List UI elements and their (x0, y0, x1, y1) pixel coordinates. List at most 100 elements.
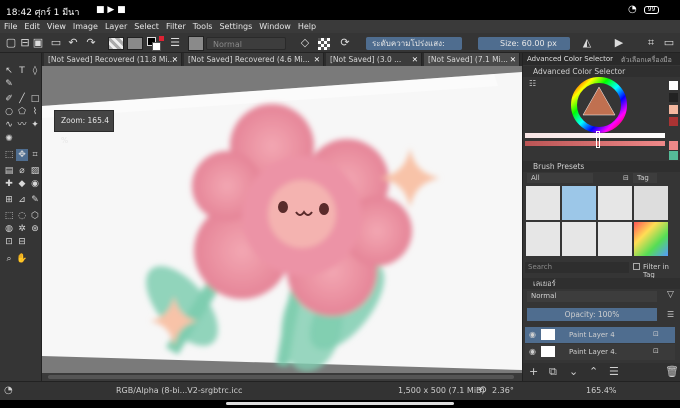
freehand-path-icon[interactable]: 〰 (16, 119, 28, 131)
rotate-icon[interactable]: ⟲ (478, 385, 486, 396)
brush-preset-thumb[interactable] (562, 186, 596, 220)
tab-document-4[interactable]: [Not Saved] (7.1 Mi... ✕ (424, 53, 520, 66)
contiguous-select-icon[interactable]: ✲ (16, 223, 28, 235)
lock-icon[interactable]: ⊡ (653, 347, 659, 355)
layer-blend-select[interactable]: Normal (527, 291, 657, 302)
brush-preset-thumb[interactable] (598, 222, 632, 256)
zoom-tool-icon[interactable]: ⌕ (3, 253, 15, 265)
background-color-swatch[interactable] (152, 42, 161, 51)
brush-preset-preview[interactable] (188, 36, 204, 51)
eye-icon[interactable]: ◉ (529, 330, 536, 339)
zoom-label[interactable]: 165.4% (586, 386, 617, 395)
menu-window[interactable]: Window (259, 22, 291, 31)
menu-layer[interactable]: Layer (105, 22, 127, 31)
measure-tool-icon[interactable]: ⊿ (16, 194, 28, 206)
add-layer-icon[interactable]: + (529, 365, 538, 378)
blend-mode-select[interactable]: Normal (206, 37, 286, 50)
rect-select-icon[interactable]: ⬚ (3, 210, 15, 222)
select-shapes-icon[interactable]: ↖ (3, 65, 15, 77)
save-icon[interactable]: ▣ (31, 36, 45, 50)
ellipse-tool-icon[interactable]: ○ (3, 106, 15, 118)
brush-preset-thumb[interactable] (526, 186, 560, 220)
recent-color-swatch[interactable] (669, 151, 678, 160)
transform-tool-icon[interactable]: ⬚ (3, 149, 15, 161)
freehand-select-icon[interactable]: ◍ (3, 223, 15, 235)
similar-select-icon[interactable]: ⊛ (29, 223, 41, 235)
layer-opacity-slider[interactable]: Opacity: 100% (527, 308, 657, 321)
menu-image[interactable]: Image (73, 22, 98, 31)
redo-icon[interactable]: ↷ (84, 36, 98, 50)
pattern-swatch[interactable] (127, 37, 143, 50)
filter-in-tag-checkbox[interactable] (633, 263, 640, 270)
delete-layer-icon[interactable]: 🗑 (665, 365, 679, 378)
menu-edit[interactable]: Edit (24, 22, 40, 31)
brush-preset-thumb[interactable] (526, 222, 560, 256)
fill-tool-icon[interactable]: ◆ (16, 178, 28, 190)
alpha-lock-icon[interactable] (318, 38, 330, 50)
text-tool-icon[interactable]: T (16, 65, 28, 77)
brush-tool-icon[interactable]: ✐ (3, 93, 15, 105)
rectangle-tool-icon[interactable]: □ (29, 93, 41, 105)
crop-tool-icon[interactable]: ⌗ (29, 149, 41, 161)
horizontal-scrollbar[interactable] (42, 373, 522, 381)
tab-advanced-color[interactable]: Advanced Color Selector (527, 55, 613, 63)
brush-preset-thumb[interactable] (634, 222, 668, 256)
color-wheel[interactable] (571, 77, 627, 133)
polyline-tool-icon[interactable]: ⌇ (29, 106, 41, 118)
menu-file[interactable]: File (4, 22, 17, 31)
size-slider[interactable]: Size: 60.00 px (478, 37, 570, 50)
tab-tool-options[interactable]: ตัวเลือกเครื่องมือ (621, 55, 672, 66)
close-icon[interactable]: ✕ (412, 53, 418, 66)
bezier-tool-icon[interactable]: ∿ (3, 119, 15, 131)
lock-icon[interactable]: ⊡ (653, 330, 659, 338)
duplicate-layer-icon[interactable]: ⧉ (549, 365, 557, 379)
brush-preset-thumb[interactable] (634, 186, 668, 220)
polygon-select-icon[interactable]: ⬡ (29, 210, 41, 222)
move-down-icon[interactable]: ⌄ (569, 365, 578, 378)
tab-document-3[interactable]: [Not Saved] (3.0 ... ✕ (326, 53, 422, 66)
polygon-tool-icon[interactable]: ⬠ (16, 106, 28, 118)
tag-button[interactable]: Tag (633, 173, 657, 183)
reference-tool-icon[interactable]: ✎ (29, 194, 41, 206)
close-icon[interactable]: ✕ (314, 53, 320, 66)
close-icon[interactable]: ✕ (172, 53, 178, 66)
undo-icon[interactable]: ↶ (66, 36, 80, 50)
color-slider[interactable] (525, 133, 665, 138)
new-document-icon[interactable]: ▢ (4, 36, 18, 50)
brush-filter-select[interactable]: All (527, 173, 593, 183)
slider-handle[interactable] (596, 131, 600, 148)
tab-document-2[interactable]: [Not Saved] Recovered (4.6 Mi... ✕ (184, 53, 324, 66)
workspace-icon[interactable]: ▭ (662, 36, 676, 50)
calligraphy-icon[interactable]: ✎ (3, 78, 15, 90)
recent-color-swatch[interactable] (669, 93, 678, 102)
color-slider[interactable] (525, 141, 665, 146)
menu-select[interactable]: Select (134, 22, 159, 31)
move-up-icon[interactable]: ⌃ (589, 365, 598, 378)
recent-color-swatch[interactable] (669, 81, 678, 90)
line-tool-icon[interactable]: ╱ (16, 93, 28, 105)
menu-tools[interactable]: Tools (193, 22, 213, 31)
layer-row[interactable]: ◉ Paint Layer 4 ⊡ (525, 327, 675, 343)
smart-patch-icon[interactable]: ✚ (3, 178, 15, 190)
move-tool-icon[interactable]: ✥ (16, 149, 28, 161)
dynamic-brush-icon[interactable]: ✦ (29, 119, 41, 131)
brush-preset-thumb[interactable] (562, 222, 596, 256)
gradient-swatch[interactable] (108, 37, 124, 50)
colorize-mask-icon[interactable]: ▨ (29, 165, 41, 177)
menu-settings[interactable]: Settings (219, 22, 252, 31)
eraser-icon[interactable]: ◇ (298, 36, 312, 50)
pan-tool-icon[interactable]: ✋ (16, 253, 28, 265)
recent-color-swatch[interactable] (669, 117, 678, 126)
mirror-horizontal-icon[interactable]: ◭ (580, 36, 594, 50)
layer-properties-icon[interactable]: ☰ (609, 365, 619, 378)
color-picker-icon[interactable]: ⌀ (16, 165, 28, 177)
mirror-vertical-icon[interactable]: ▶ (612, 36, 626, 50)
magnetic-select-icon[interactable]: ⊟ (16, 236, 28, 248)
gradient-tool-icon[interactable]: ▤ (3, 165, 15, 177)
canvas-area[interactable]: Zoom: 165.4 % (42, 66, 522, 380)
menu-view[interactable]: View (47, 22, 66, 31)
edit-shapes-icon[interactable]: ◊ (29, 65, 41, 77)
folder-icon[interactable]: ▭ (49, 36, 63, 50)
brush-tip-icon[interactable]: ◔ (4, 385, 13, 396)
brush-settings-icon[interactable]: ☰ (168, 36, 182, 50)
